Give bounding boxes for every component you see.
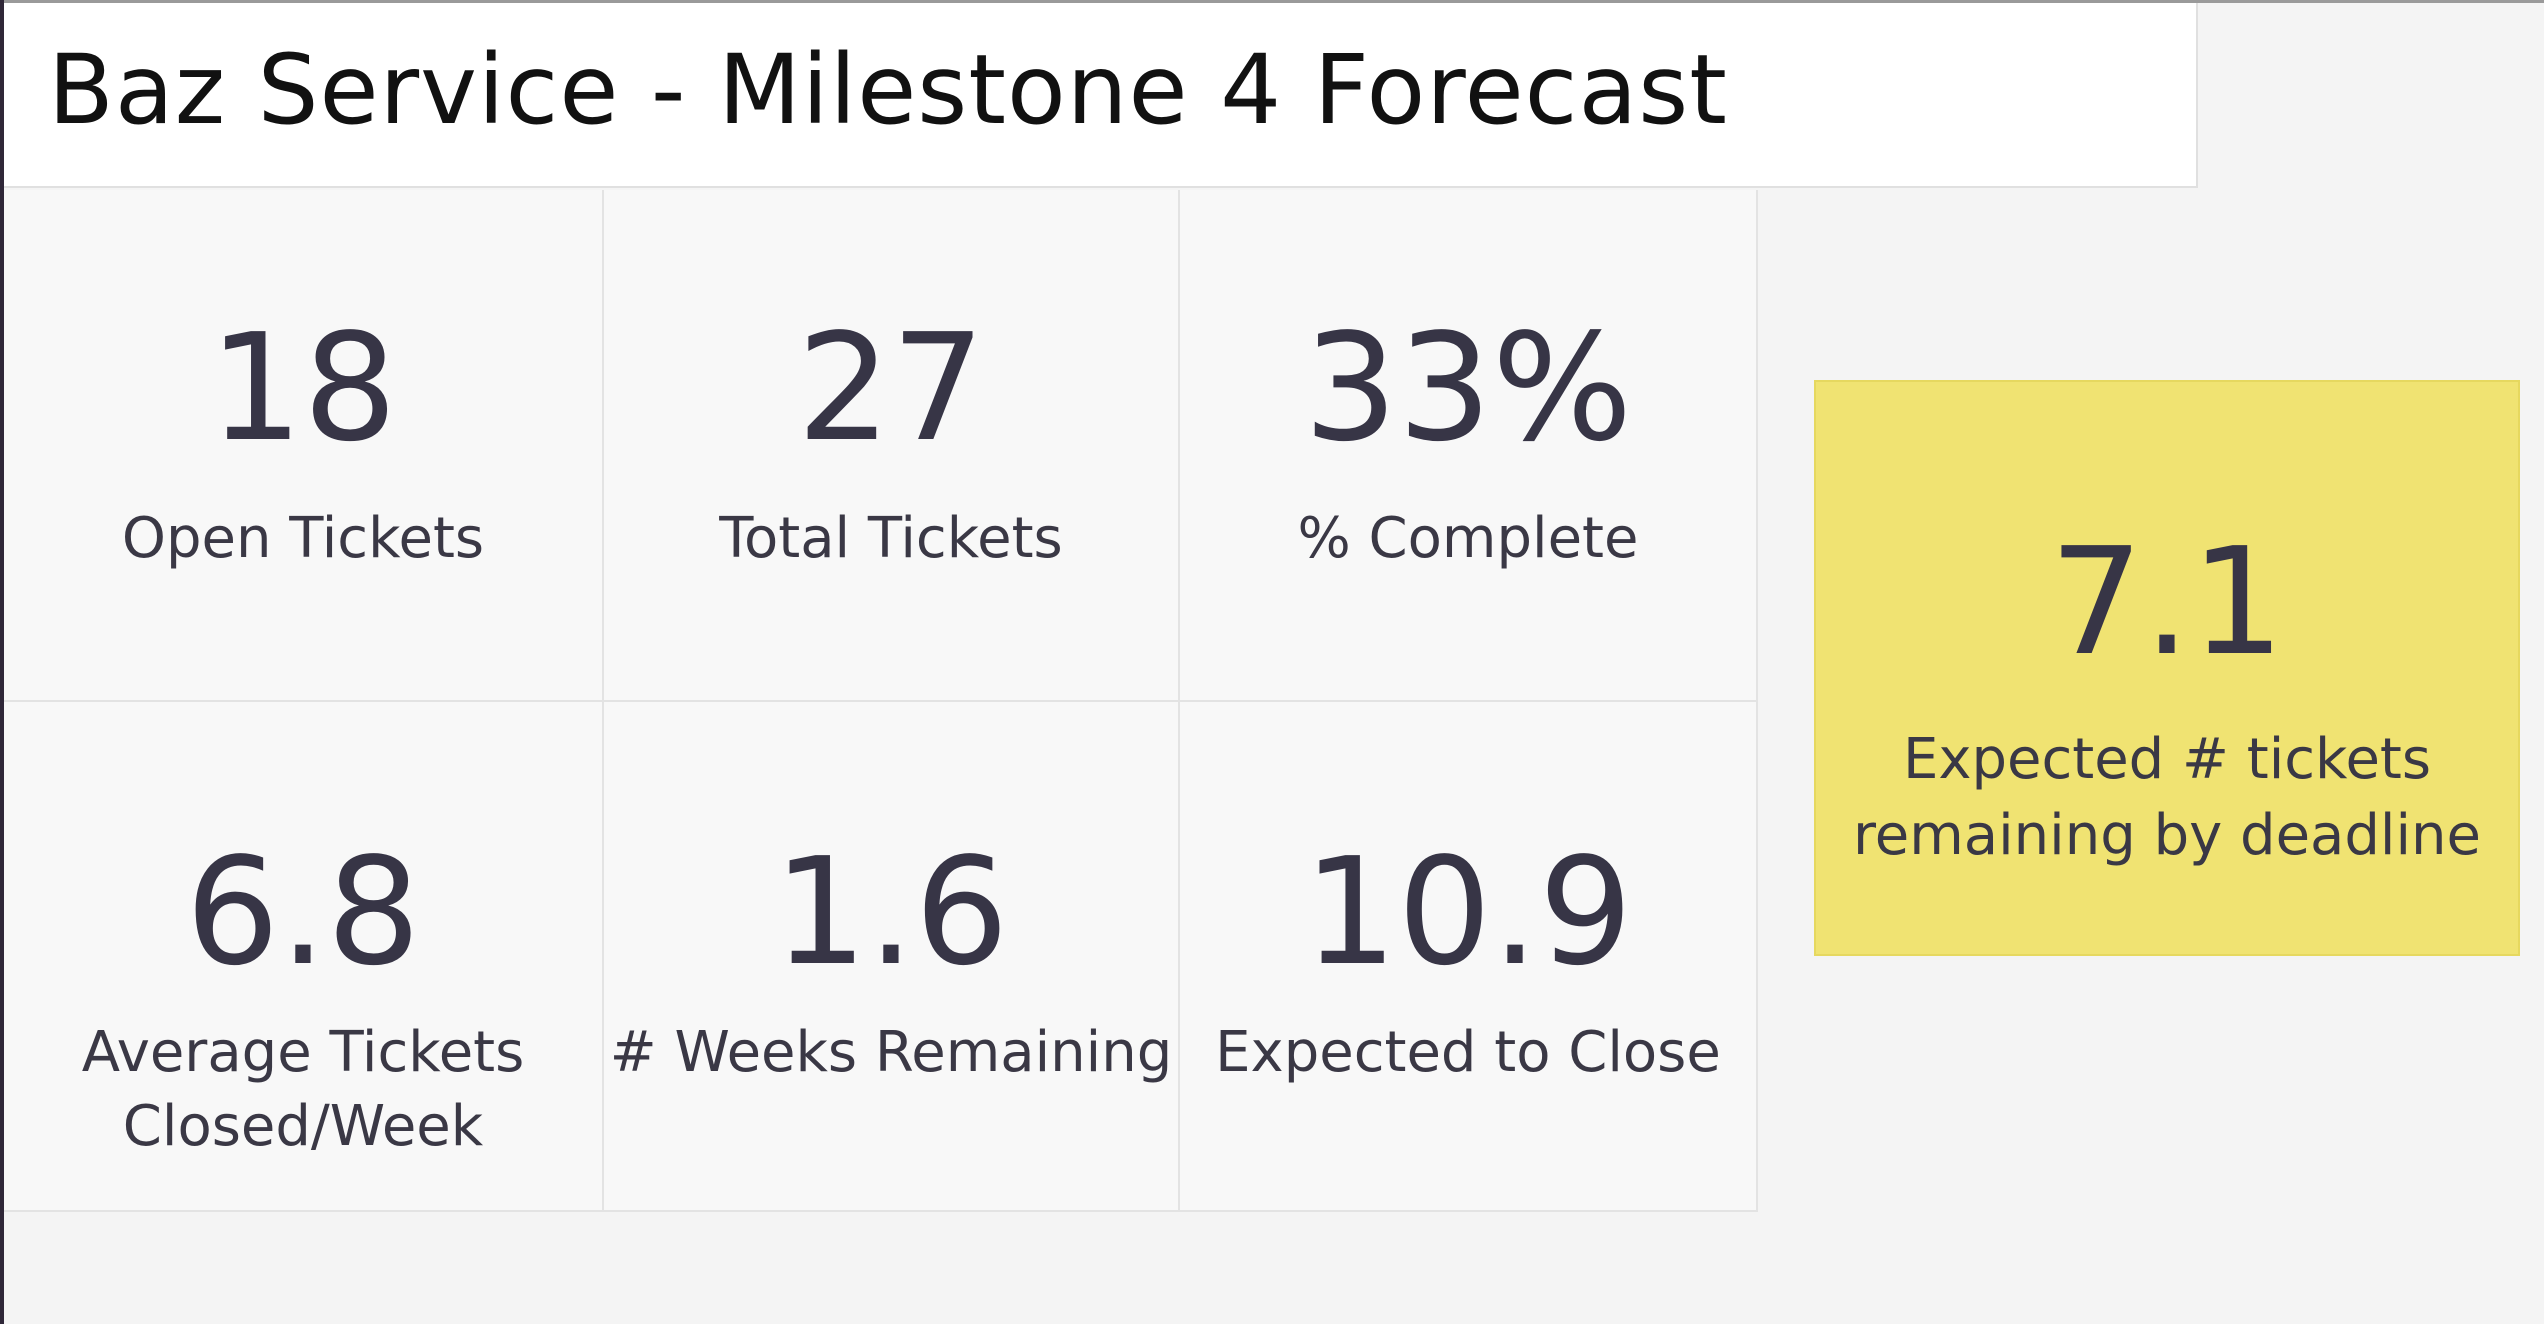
highlight-value: 7.1 xyxy=(2049,516,2285,688)
metric-label: Average Tickets Closed/Week xyxy=(81,1020,525,1159)
metric-value: 1.6 xyxy=(773,826,1009,998)
metric-card-total-tickets: 27 Total Tickets xyxy=(604,190,1180,702)
metric-card-expected-close: 10.9 Expected to Close xyxy=(1180,702,1758,1212)
metric-card-weeks-remaining: 1.6 # Weeks Remaining xyxy=(604,702,1180,1212)
metric-card-open-tickets: 18 Open Tickets xyxy=(4,190,604,702)
highlight-label: Expected # tickets remaining by deadline xyxy=(1853,727,2481,868)
metric-label: % Complete xyxy=(1297,506,1639,571)
page-title: Baz Service - Milestone 4 Forecast xyxy=(48,34,1728,146)
metric-label: # Weeks Remaining xyxy=(609,1020,1173,1085)
metric-value: 27 xyxy=(796,302,986,474)
metric-card-average-closed: 6.8 Average Tickets Closed/Week xyxy=(4,702,604,1212)
metric-label: Open Tickets xyxy=(121,506,485,571)
metric-value: 6.8 xyxy=(185,826,421,998)
metric-label: Expected to Close xyxy=(1215,1020,1721,1085)
metrics-grid: 18 Open Tickets 27 Total Tickets 33% % C… xyxy=(4,190,1758,1212)
metric-value: 10.9 xyxy=(1303,826,1633,998)
metric-value: 18 xyxy=(208,302,398,474)
metric-card-percent-complete: 33% % Complete xyxy=(1180,190,1758,702)
remaining-forecast-card: 7.1 Expected # tickets remaining by dead… xyxy=(1814,380,2520,956)
title-panel: Baz Service - Milestone 4 Forecast xyxy=(4,3,2198,188)
dashboard-page: Baz Service - Milestone 4 Forecast 18 Op… xyxy=(0,0,2544,1324)
metric-label: Total Tickets xyxy=(719,506,1063,571)
metric-value: 33% xyxy=(1303,302,1633,474)
